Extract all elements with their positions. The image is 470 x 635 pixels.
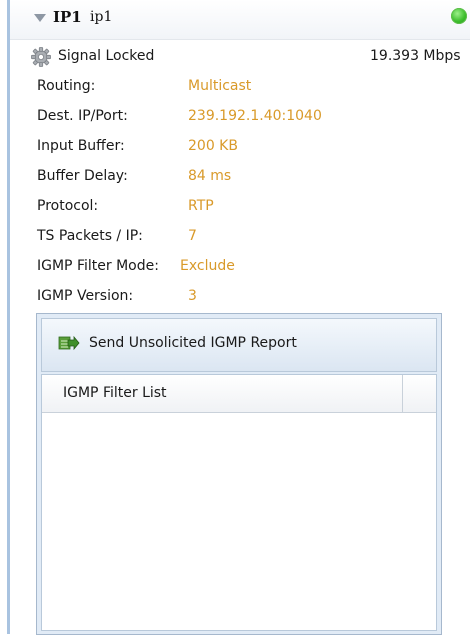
property-label: TS Packets / IP: (37, 228, 143, 244)
signal-status: Signal Locked (58, 48, 155, 64)
property-label: IGMP Filter Mode: (37, 258, 159, 274)
igmp-toolbar: Send Unsolicited IGMP Report (41, 318, 437, 372)
property-label: Routing: (37, 78, 96, 94)
property-label: Dest. IP/Port: (37, 108, 128, 124)
igmp-filter-list-header[interactable]: IGMP Filter List (42, 375, 436, 413)
igmp-filter-list-column[interactable]: IGMP Filter List (63, 385, 167, 401)
collapse-caret-icon[interactable] (34, 14, 46, 22)
header-divider (10, 39, 470, 40)
property-value: RTP (188, 198, 214, 214)
property-value: 3 (188, 288, 197, 304)
stream-header[interactable]: IP1 ip1 (10, 0, 470, 40)
property-value: Exclude (180, 258, 235, 274)
send-report-icon[interactable] (58, 334, 80, 352)
property-label: Protocol: (37, 198, 99, 214)
column-divider[interactable] (402, 375, 403, 412)
property-label: Buffer Delay: (37, 168, 128, 184)
property-value: 200 KB (188, 138, 238, 154)
status-indicator-icon (451, 8, 467, 24)
gear-icon (31, 47, 51, 67)
property-value: Multicast (188, 78, 252, 94)
property-label: IGMP Version: (37, 288, 134, 304)
stream-detail-panel: IP1 ip1 Signal Locked 19.393 Mbps Routin… (0, 0, 470, 635)
stream-subname: ip1 (90, 9, 113, 25)
igmp-filter-list[interactable]: IGMP Filter List (41, 374, 437, 631)
property-label: Input Buffer: (37, 138, 125, 154)
property-value: 84 ms (188, 168, 232, 184)
bitrate-value: 19.393 Mbps (370, 48, 461, 64)
panel-left-border (7, 0, 10, 634)
igmp-panel: Send Unsolicited IGMP Report IGMP Filter… (36, 313, 442, 635)
property-value: 7 (188, 228, 197, 244)
send-igmp-report-button[interactable]: Send Unsolicited IGMP Report (89, 335, 297, 351)
property-value: 239.192.1.40:1040 (188, 108, 322, 124)
stream-name: IP1 (53, 8, 82, 26)
